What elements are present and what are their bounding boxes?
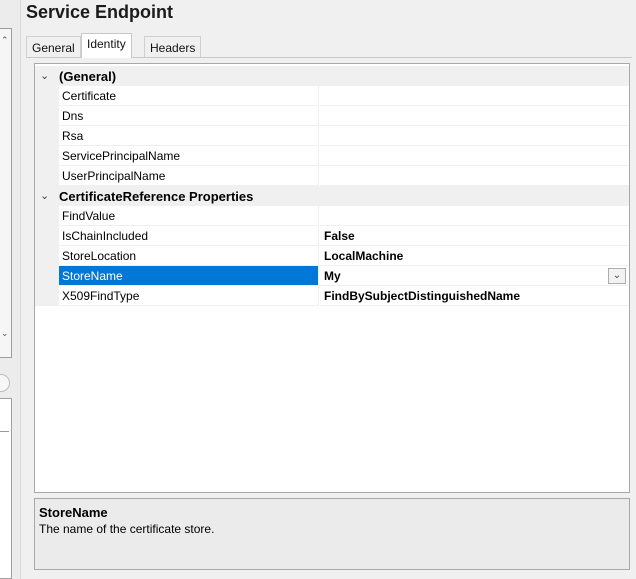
property-row[interactable]: StoreLocation LocalMachine	[35, 246, 629, 266]
left-scrollbar[interactable]: ⌃ ⌄	[0, 28, 12, 358]
property-row[interactable]: UserPrincipalName	[35, 166, 629, 186]
property-value[interactable]	[320, 146, 629, 166]
property-value[interactable]	[320, 166, 629, 186]
service-endpoint-panel: Service Endpoint General Identity Header…	[22, 0, 636, 579]
property-row[interactable]: IsChainIncluded False	[35, 226, 629, 246]
property-name: Certificate	[59, 86, 319, 106]
row-gutter	[35, 166, 59, 186]
property-value[interactable]: False	[320, 226, 629, 246]
row-gutter	[35, 206, 59, 226]
property-row[interactable]: Certificate	[35, 86, 629, 106]
property-value-dropdown[interactable]: My	[320, 266, 629, 286]
property-value[interactable]	[320, 106, 629, 126]
property-row[interactable]: Rsa	[35, 126, 629, 146]
tab-identity[interactable]: Identity	[81, 33, 132, 58]
left-panel-box	[0, 398, 12, 579]
divider	[20, 0, 21, 579]
category-general[interactable]: ⌄ (General)	[35, 66, 629, 86]
property-name: X509FindType	[59, 286, 319, 306]
property-row[interactable]: Dns	[35, 106, 629, 126]
property-name: FindValue	[59, 206, 319, 226]
chevron-down-icon[interactable]: ⌄	[608, 268, 626, 284]
property-value[interactable]	[320, 126, 629, 146]
property-value[interactable]	[320, 86, 629, 106]
row-gutter	[35, 266, 59, 286]
row-gutter	[35, 106, 59, 126]
row-gutter	[35, 86, 59, 106]
category-certificate-reference[interactable]: ⌄ CertificateReference Properties	[35, 186, 629, 206]
property-name: StoreLocation	[59, 246, 319, 266]
property-grid: ⌄ (General) Certificate Dns Rsa ServiceP…	[34, 63, 630, 493]
description-text: The name of the certificate store.	[39, 522, 215, 536]
circle-button-icon[interactable]	[0, 374, 10, 392]
tab-general[interactable]: General	[26, 36, 81, 58]
row-gutter	[35, 146, 59, 166]
tab-headers[interactable]: Headers	[144, 36, 202, 58]
property-row[interactable]: X509FindType FindBySubjectDistinguishedN…	[35, 286, 629, 306]
description-pane: StoreName The name of the certificate st…	[34, 498, 630, 570]
divider	[0, 431, 9, 432]
row-gutter	[35, 226, 59, 246]
left-pane-edge: ⌃ ⌄	[0, 0, 20, 579]
row-gutter	[35, 246, 59, 266]
property-name: ServicePrincipalName	[59, 146, 319, 166]
category-label: (General)	[59, 69, 117, 84]
property-value[interactable]	[320, 206, 629, 226]
chevron-down-icon[interactable]: ⌄	[40, 69, 52, 82]
property-row-selected[interactable]: StoreName My ⌄	[35, 266, 629, 286]
property-row[interactable]: FindValue	[35, 206, 629, 226]
property-value[interactable]: LocalMachine	[320, 246, 629, 266]
row-gutter	[35, 286, 59, 306]
category-label: CertificateReference Properties	[59, 189, 254, 204]
property-value[interactable]: FindBySubjectDistinguishedName	[320, 286, 629, 306]
row-gutter	[35, 126, 59, 146]
chevron-down-icon[interactable]: ⌄	[40, 189, 52, 202]
property-name: Dns	[59, 106, 319, 126]
chevron-up-icon[interactable]: ⌃	[1, 35, 9, 46]
description-title: StoreName	[39, 505, 108, 520]
chevron-down-icon[interactable]: ⌄	[1, 328, 9, 339]
property-name: UserPrincipalName	[59, 166, 319, 186]
property-name: StoreName	[59, 266, 319, 286]
property-name: IsChainIncluded	[59, 226, 319, 246]
property-row[interactable]: ServicePrincipalName	[35, 146, 629, 166]
property-name: Rsa	[59, 126, 319, 146]
panel-title: Service Endpoint	[26, 2, 174, 22]
